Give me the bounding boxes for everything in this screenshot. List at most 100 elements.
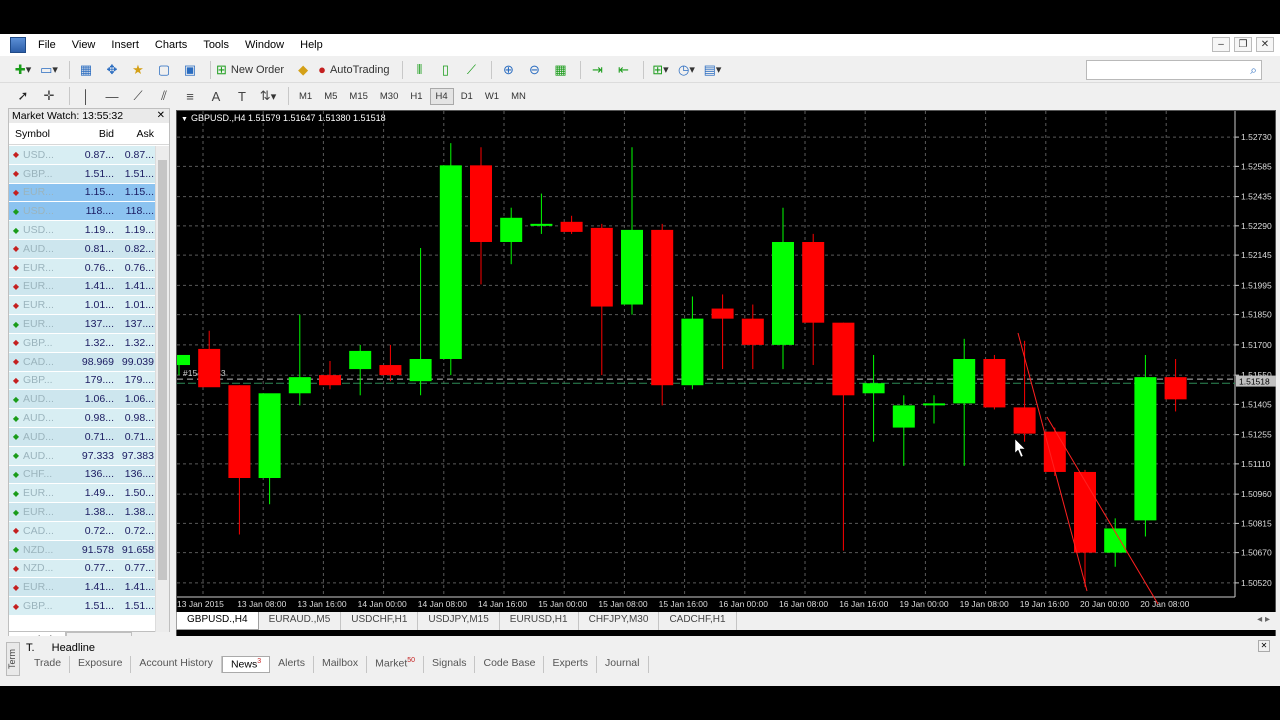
column-type[interactable]: T. xyxy=(26,642,35,654)
cursor-icon[interactable]: ➚ xyxy=(12,86,34,106)
metaeditor-icon[interactable]: ◆ xyxy=(292,60,314,80)
chart-tab[interactable]: CHFJPY,M30 xyxy=(579,612,660,630)
horizontal-line-icon[interactable]: — xyxy=(101,86,123,106)
tab-journal[interactable]: Journal xyxy=(597,656,649,673)
list-item[interactable]: ◆ AUD... 97.333 97.383 xyxy=(9,446,155,466)
list-item[interactable]: ◆ NZD... 0.77... 0.77... xyxy=(9,559,155,579)
list-item[interactable]: ◆ GBP... 1.51... 1.51... xyxy=(9,597,155,616)
zoom-in-icon[interactable]: ⊕ xyxy=(497,60,519,80)
list-item[interactable]: ◆ NZD... 91.578 91.658 xyxy=(9,540,155,560)
menu-view[interactable]: View xyxy=(64,39,104,51)
list-item[interactable]: ◆ EUR... 137.... 137.... xyxy=(9,315,155,334)
tab-news[interactable]: News3 xyxy=(221,656,271,673)
list-item[interactable]: ◆ USD... 118.... 118.... xyxy=(9,202,155,222)
chart-tab[interactable]: USDCHF,H1 xyxy=(341,612,419,630)
chart-tab[interactable]: EURUSD,H1 xyxy=(500,612,579,630)
list-item[interactable]: ◆ EUR... 1.41... 1.41... xyxy=(9,578,155,598)
templates-icon[interactable]: ▤ ▾ xyxy=(701,60,723,80)
list-item[interactable]: ◆ AUD... 0.81... 0.82... xyxy=(9,239,155,259)
list-item[interactable]: ◆ AUD... 0.98... 0.98... xyxy=(9,409,155,428)
zoom-out-icon[interactable]: ⊖ xyxy=(523,60,545,80)
close-icon[interactable]: ✕ xyxy=(1258,640,1270,652)
new-chart-icon[interactable]: ✚ ▾ xyxy=(12,60,34,80)
bar-chart-icon[interactable]: ⫴ xyxy=(408,60,430,80)
timeframe-m1[interactable]: M1 xyxy=(294,89,317,104)
strategy-tester-icon[interactable]: ▣ xyxy=(179,60,201,80)
tab-mailbox[interactable]: Mailbox xyxy=(314,656,368,673)
timeframe-h4[interactable]: H4 xyxy=(429,87,454,105)
new-order-button[interactable]: ⊞ New Order xyxy=(216,60,288,80)
timeframe-m5[interactable]: M5 xyxy=(319,89,342,104)
tab-scroll-icon[interactable]: ◂ ▸ xyxy=(1251,612,1276,630)
menu-tools[interactable]: Tools xyxy=(195,39,237,51)
tile-windows-icon[interactable]: ▦ xyxy=(549,60,571,80)
chart-tab[interactable]: CADCHF,H1 xyxy=(659,612,737,630)
menu-file[interactable]: File xyxy=(30,39,64,51)
line-chart-icon[interactable]: ⟋ xyxy=(460,60,482,80)
text-label-icon[interactable]: T xyxy=(231,86,253,106)
profiles-icon[interactable]: ▭ ▾ xyxy=(38,60,60,80)
timeframe-w1[interactable]: W1 xyxy=(480,89,504,104)
list-item[interactable]: ◆ EUR... 1.49... 1.50... xyxy=(9,484,155,504)
list-item[interactable]: ◆ AUD... 0.71... 0.71... xyxy=(9,427,155,447)
tab-account-history[interactable]: Account History xyxy=(131,656,222,673)
timeframe-m15[interactable]: M15 xyxy=(344,89,372,104)
periods-icon[interactable]: ◷ ▾ xyxy=(675,60,697,80)
tab-market[interactable]: Market50 xyxy=(367,656,425,673)
tab-alerts[interactable]: Alerts xyxy=(270,656,314,673)
auto-scroll-icon[interactable]: ⇤ xyxy=(612,60,634,80)
chart-shift-icon[interactable]: ⇥ xyxy=(586,60,608,80)
menu-window[interactable]: Window xyxy=(237,39,292,51)
trendline-icon[interactable]: ⟋ xyxy=(127,86,149,106)
column-headline[interactable]: Headline xyxy=(52,642,95,654)
tab-experts[interactable]: Experts xyxy=(544,656,598,673)
navigator-icon[interactable]: ★ xyxy=(127,60,149,80)
search-input[interactable]: ⌕ xyxy=(1086,60,1262,80)
data-window-icon[interactable]: ✥ xyxy=(101,60,123,80)
list-item[interactable]: ◆ CAD... 98.969 99.039 xyxy=(9,352,155,372)
column-bid[interactable]: Bid xyxy=(69,128,114,140)
candlesticks-icon[interactable]: ▯ xyxy=(434,60,456,80)
chart-tab[interactable]: USDJPY,M15 xyxy=(418,612,500,630)
autotrading-button[interactable]: ● AutoTrading xyxy=(318,60,393,80)
list-item[interactable]: ◆ CAD... 0.72... 0.72... xyxy=(9,521,155,541)
crosshair-icon[interactable]: ✛ xyxy=(38,86,60,106)
scrollbar[interactable] xyxy=(155,146,169,632)
timeframe-h1[interactable]: H1 xyxy=(405,89,427,104)
chart-tab[interactable]: GBPUSD.,H4 xyxy=(176,612,259,630)
chart-window[interactable]: 1.52730 1.52585 1.52435 1.52290 1.52145 1.519… xyxy=(176,110,1276,640)
menu-charts[interactable]: Charts xyxy=(147,39,195,51)
text-icon[interactable]: A xyxy=(205,86,227,106)
restore-icon[interactable]: ❐ xyxy=(1234,37,1252,52)
tab-trade[interactable]: Trade xyxy=(26,656,71,673)
list-item[interactable]: ◆ GBP... 179.... 179.... xyxy=(9,371,155,391)
close-icon[interactable]: ✕ xyxy=(157,109,165,123)
tab-exposure[interactable]: Exposure xyxy=(70,656,132,673)
list-item[interactable]: ◆ CHF... 136.... 136.... xyxy=(9,465,155,485)
list-item[interactable]: ◆ EUR... 0.76... 0.76... xyxy=(9,258,155,278)
list-item[interactable]: ◆ EUR... 1.38... 1.38... xyxy=(9,503,155,522)
menu-help[interactable]: Help xyxy=(292,39,331,51)
candlestick-chart[interactable]: 1.52730 1.52585 1.52435 1.52290 1.52145 1.519… xyxy=(177,111,1277,611)
market-watch-icon[interactable]: ▦ xyxy=(75,60,97,80)
arrows-icon[interactable]: ⇅ ▾ xyxy=(257,86,279,106)
list-item[interactable]: ◆ EUR... 1.15... 1.15... xyxy=(9,183,155,203)
timeframe-m30[interactable]: M30 xyxy=(375,89,403,104)
minimize-icon[interactable]: – xyxy=(1212,37,1230,52)
indicators-icon[interactable]: ⊞ ▾ xyxy=(649,60,671,80)
fibonacci-icon[interactable]: ≡ xyxy=(179,86,201,106)
list-item[interactable]: ◆ USD... 0.87... 0.87... xyxy=(9,146,155,165)
list-item[interactable]: ◆ USD... 1.19... 1.19... xyxy=(9,221,155,240)
menu-insert[interactable]: Insert xyxy=(103,39,147,51)
close-icon[interactable]: ✕ xyxy=(1256,37,1274,52)
timeframe-d1[interactable]: D1 xyxy=(456,89,478,104)
list-item[interactable]: ◆ GBP... 1.32... 1.32... xyxy=(9,333,155,353)
list-item[interactable]: ◆ EUR... 1.41... 1.41... xyxy=(9,277,155,297)
scrollbar-thumb[interactable] xyxy=(158,160,167,580)
tab-signals[interactable]: Signals xyxy=(424,656,476,673)
chart-tab[interactable]: EURAUD.,M5 xyxy=(259,612,342,630)
column-ask[interactable]: Ask xyxy=(114,128,154,140)
terminal-icon[interactable]: ▢ xyxy=(153,60,175,80)
list-item[interactable]: ◆ EUR... 1.01... 1.01... xyxy=(9,296,155,316)
tab-code-base[interactable]: Code Base xyxy=(475,656,545,673)
